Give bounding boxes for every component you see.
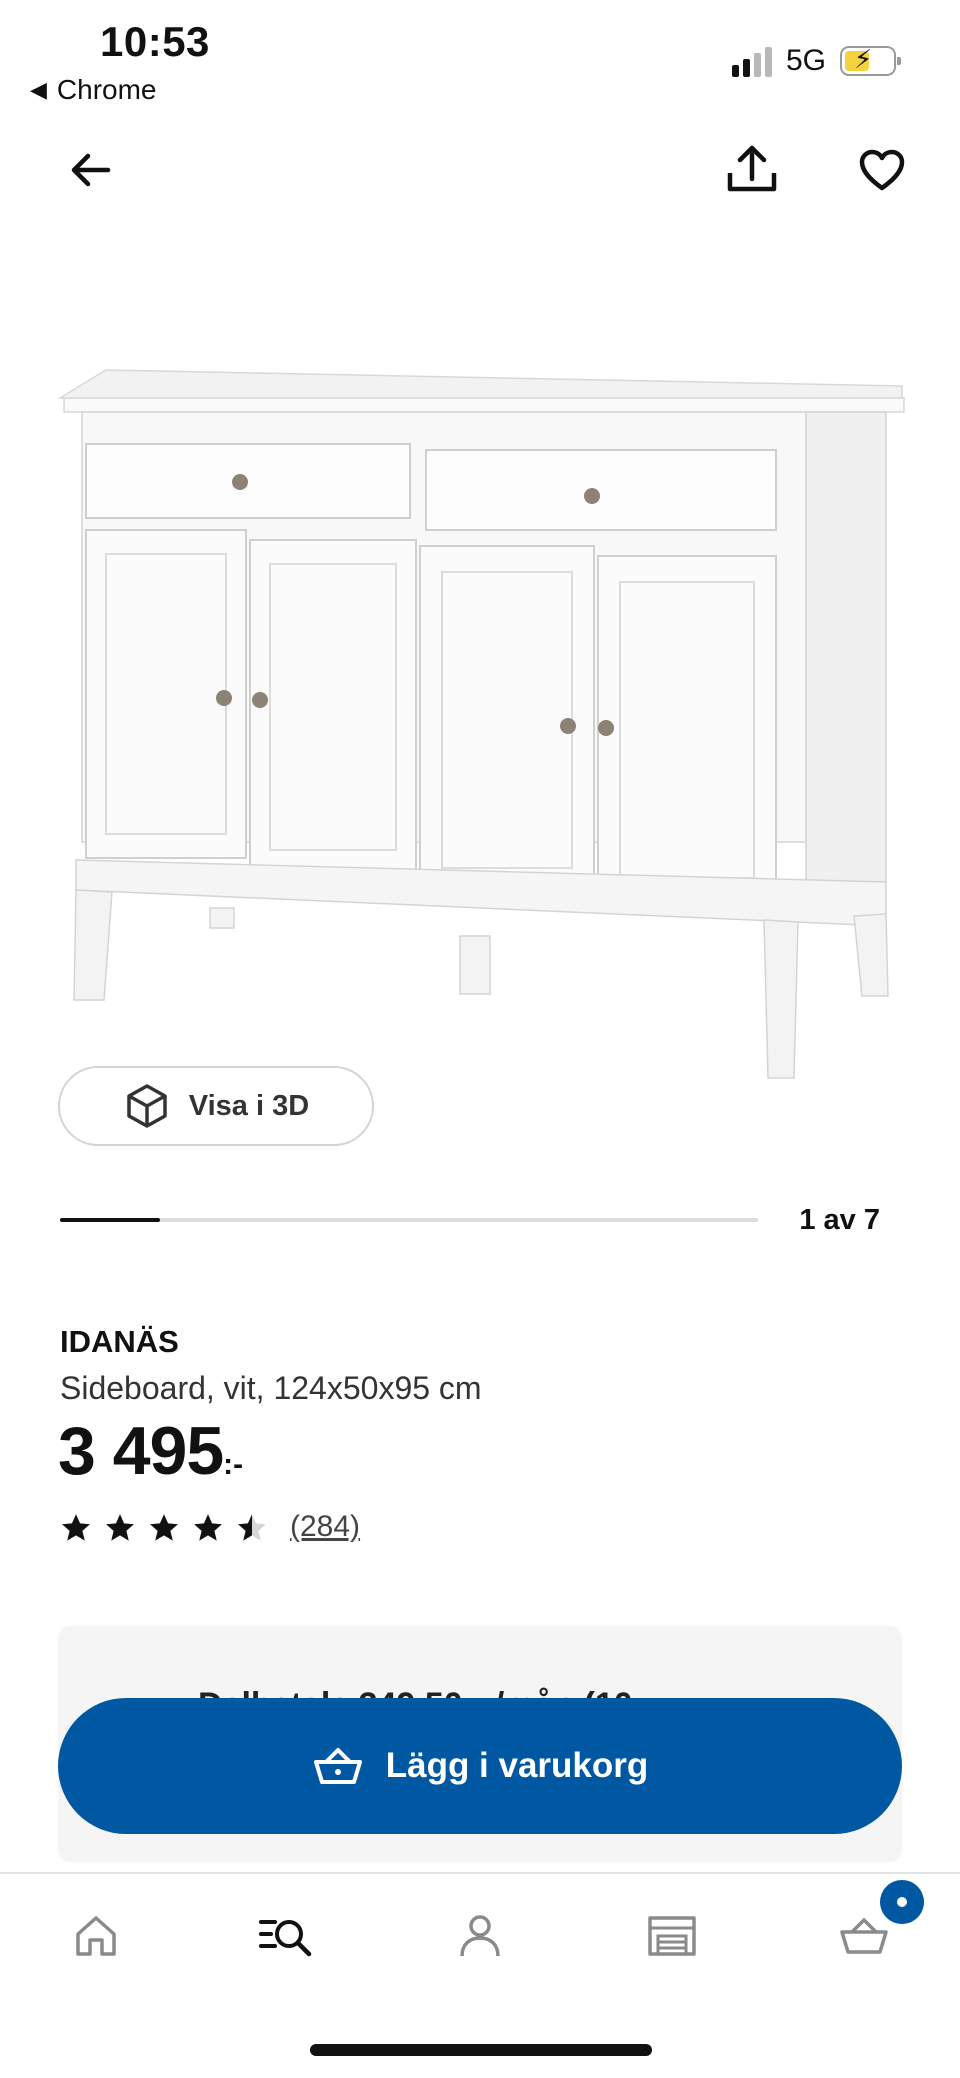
battery-icon: ⚡ xyxy=(840,44,901,76)
gallery-progress-fill xyxy=(60,1218,160,1222)
heart-icon xyxy=(859,149,905,191)
star-icon xyxy=(194,1514,222,1541)
price-suffix: :- xyxy=(223,1448,244,1481)
gallery-progress xyxy=(60,1218,758,1222)
product-rating[interactable]: (284) xyxy=(60,1510,360,1544)
product-description: Sideboard, vit, 124x50x95 cm xyxy=(60,1370,482,1406)
view-3d-label: Visa i 3D xyxy=(188,1089,310,1122)
back-triangle-icon: ◀ xyxy=(30,77,47,102)
product-price: 3 495 :- xyxy=(58,1412,243,1490)
tab-home[interactable] xyxy=(64,1904,128,1968)
profile-icon xyxy=(460,1915,500,1957)
star-icon xyxy=(238,1514,266,1541)
gallery-page-indicator: 1 av 7 xyxy=(799,1204,880,1236)
tab-store[interactable] xyxy=(640,1904,704,1968)
product-image[interactable] xyxy=(56,360,906,1080)
home-icon xyxy=(76,1916,116,1956)
cart-badge xyxy=(880,1880,924,1924)
product-brand: IDANÄS xyxy=(60,1324,179,1359)
tab-search[interactable] xyxy=(254,1904,318,1968)
home-indicator xyxy=(310,2044,652,2056)
view-3d-button[interactable]: Visa i 3D xyxy=(58,1066,374,1146)
search-icon xyxy=(259,1920,312,1957)
add-to-cart-button[interactable]: Lägg i varukorg xyxy=(58,1698,902,1834)
star-icon xyxy=(150,1514,178,1541)
tab-profile[interactable] xyxy=(448,1904,512,1968)
star-icon xyxy=(62,1514,90,1541)
back-to-app-link[interactable]: ◀ Chrome xyxy=(30,74,157,106)
share-button[interactable] xyxy=(722,140,782,200)
share-icon xyxy=(727,145,777,192)
add-to-cart-label: Lägg i varukorg xyxy=(385,1746,649,1785)
bottom-tab-bar xyxy=(0,1874,960,1984)
cube-icon xyxy=(127,1084,167,1128)
status-time: 10:53 xyxy=(100,18,210,65)
price-integer: 3 495 xyxy=(58,1413,224,1489)
back-app-label: Chrome xyxy=(56,74,157,105)
arrow-left-icon xyxy=(71,153,111,187)
status-indicators: 5G ⚡ xyxy=(731,44,901,78)
review-count-link[interactable]: (284) xyxy=(290,1510,360,1544)
store-icon xyxy=(648,1916,696,1956)
favorite-button[interactable] xyxy=(852,140,912,200)
basket-icon xyxy=(313,1748,362,1784)
rating-stars xyxy=(60,1512,268,1542)
network-label: 5G xyxy=(785,44,826,77)
star-icon xyxy=(106,1514,134,1541)
back-button[interactable] xyxy=(60,140,120,200)
basket-icon xyxy=(840,1918,888,1954)
signal-icon xyxy=(731,45,772,77)
